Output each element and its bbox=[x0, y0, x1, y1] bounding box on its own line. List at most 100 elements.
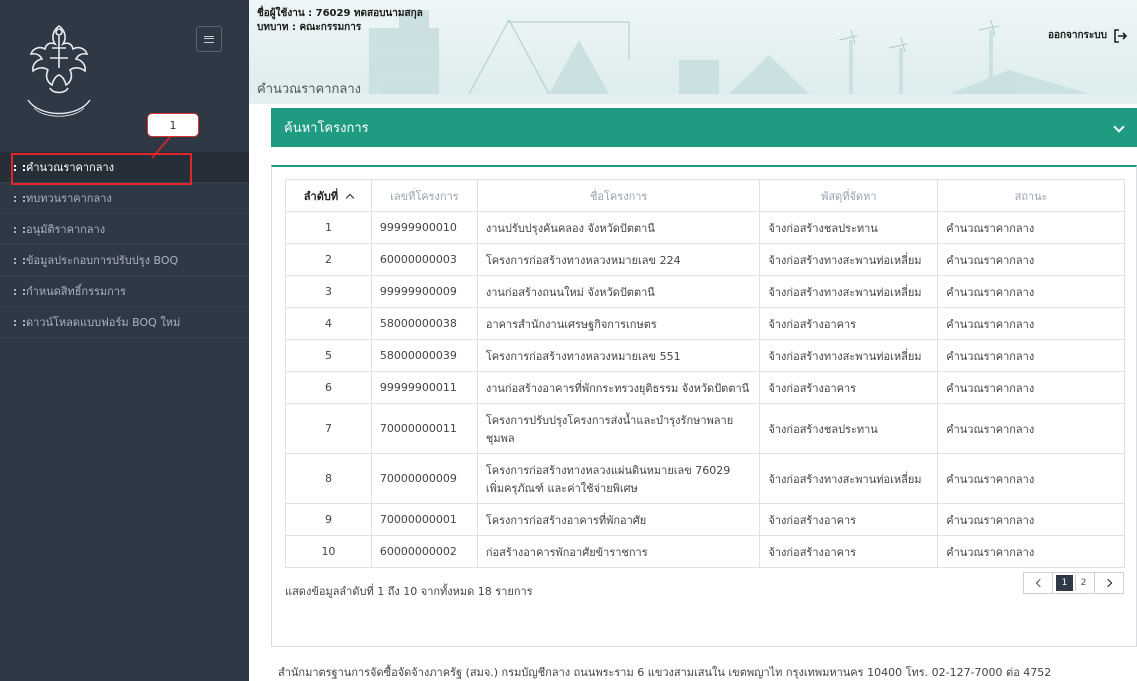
sidebar-item-review-price[interactable]: ทบทวนราคากลาง bbox=[0, 183, 249, 214]
comptroller-general-logo bbox=[27, 25, 91, 117]
cell-project-number: 99999900011 bbox=[370, 371, 478, 404]
cell-project-number: 70000000011 bbox=[370, 403, 478, 454]
grid-bullet-icon bbox=[14, 289, 25, 295]
cell-status: คำนวณราคากลาง bbox=[937, 307, 1125, 340]
cell-no: 7 bbox=[285, 403, 372, 454]
search-project-panel[interactable]: ค้นหาโครงการ bbox=[271, 108, 1137, 147]
table-row[interactable]: 4 58000000038 อาคารสำนักงานเศรษฐกิจการเก… bbox=[285, 307, 1125, 340]
cell-project-number: 60000000002 bbox=[370, 535, 478, 568]
cell-project-name: โครงการก่อสร้างทางหลวงหมายเลข 551 bbox=[476, 339, 761, 372]
pagination-summary: แสดงข้อมูลลำดับที่ 1 ถึง 10 จากทั้งหมด 1… bbox=[285, 585, 533, 598]
cell-status: คำนวณราคากลาง bbox=[937, 275, 1125, 308]
cell-procurement: จ้างก่อสร้างอาคาร bbox=[759, 535, 939, 568]
logout-label: ออกจากระบบ bbox=[1047, 30, 1107, 41]
grid-bullet-icon bbox=[14, 165, 25, 171]
sidebar-item-boq-info[interactable]: ข้อมูลประกอบการปรับปรุง BOQ bbox=[0, 245, 249, 276]
cell-status: คำนวณราคากลาง bbox=[937, 243, 1125, 276]
cell-project-name: โครงการก่อสร้างอาคารที่พักอาศัย bbox=[476, 503, 761, 536]
cell-no: 2 bbox=[285, 243, 372, 276]
cell-no: 8 bbox=[285, 453, 372, 504]
grid-bullet-icon bbox=[14, 320, 25, 326]
table-row[interactable]: 6 99999900011 งานก่อสร้างอาคารที่พักกระท… bbox=[285, 371, 1125, 404]
chevron-down-icon bbox=[1113, 121, 1125, 133]
search-panel-title: ค้นหาโครงการ bbox=[284, 121, 369, 136]
sort-ascending-icon bbox=[345, 193, 355, 202]
column-header-project-name[interactable]: ชื่อโครงการ bbox=[476, 179, 761, 212]
cell-project-name: โครงการก่อสร้างทางหลวงหมายเลข 224 bbox=[476, 243, 761, 276]
page-button-current[interactable]: 1 bbox=[1056, 575, 1073, 591]
sidebar-item-approve-price[interactable]: อนุมัติราคากลาง bbox=[0, 214, 249, 245]
header: ชื่อผู้ใช้งาน : 76029 ทดสอบนามสกุล บทบาท… bbox=[249, 0, 1137, 104]
cell-project-number: 58000000038 bbox=[370, 307, 478, 340]
sidebar-item-label: ข้อมูลประกอบการปรับปรุง BOQ bbox=[26, 254, 179, 267]
table-row[interactable]: 2 60000000003 โครงการก่อสร้างทางหลวงหมาย… bbox=[285, 243, 1125, 276]
hamburger-icon bbox=[204, 35, 214, 43]
table-row[interactable]: 8 70000000009 โครงการก่อสร้างทางหลวงแผ่น… bbox=[285, 453, 1125, 504]
page-button[interactable]: 2 bbox=[1075, 575, 1091, 591]
sidebar-item-label: ทบทวนราคากลาง bbox=[26, 192, 112, 205]
table-row[interactable]: 1 99999900010 งานปรับปรุงคันคลอง จังหวัด… bbox=[285, 211, 1125, 244]
cell-project-number: 58000000039 bbox=[370, 339, 478, 372]
role-info: บทบาท : คณะกรรมการ bbox=[257, 22, 362, 33]
cell-project-number: 99999900010 bbox=[370, 211, 478, 244]
column-header-label: ลำดับที่ bbox=[303, 189, 339, 203]
cell-status: คำนวณราคากลาง bbox=[937, 453, 1125, 504]
column-header-procurement[interactable]: พัสดุที่จัดหา bbox=[759, 179, 939, 212]
chevron-left-icon bbox=[1035, 578, 1044, 588]
grid-bullet-icon bbox=[14, 258, 25, 264]
next-page-button[interactable] bbox=[1094, 572, 1124, 594]
cell-procurement: จ้างก่อสร้างอาคาร bbox=[759, 307, 939, 340]
cell-project-name: งานก่อสร้างอาคารที่พักกระทรวงยุติธรรม จั… bbox=[476, 371, 761, 404]
sidebar-item-calculate-price[interactable]: คำนวณราคากลาง bbox=[0, 152, 249, 183]
prev-page-button[interactable] bbox=[1023, 572, 1053, 594]
cell-project-name: อาคารสำนักงานเศรษฐกิจการเกษตร bbox=[476, 307, 761, 340]
projects-table: ลำดับที่ เลขที่โครงการ ชื่อโครงการ พัสดุ… bbox=[285, 179, 1125, 568]
table-row[interactable]: 5 58000000039 โครงการก่อสร้างทางหลวงหมาย… bbox=[285, 339, 1125, 372]
table-row[interactable]: 3 99999900009 งานก่อสร้างถนนใหม่ จังหวัด… bbox=[285, 275, 1125, 308]
cell-procurement: จ้างก่อสร้างทางสะพานท่อเหลี่ยม bbox=[759, 275, 939, 308]
sidebar-item-label: คำนวณราคากลาง bbox=[26, 161, 115, 174]
cell-no: 3 bbox=[285, 275, 372, 308]
page-title: คำนวณราคากลาง bbox=[257, 82, 362, 97]
cell-project-number: 70000000009 bbox=[370, 453, 478, 504]
cell-no: 6 bbox=[285, 371, 372, 404]
projects-card: ลำดับที่ เลขที่โครงการ ชื่อโครงการ พัสดุ… bbox=[271, 165, 1137, 647]
table-row[interactable]: 7 70000000011 โครงการปรับปรุงโครงการส่งน… bbox=[285, 403, 1125, 454]
sidebar-item-label: กำหนดสิทธิ์กรรมการ bbox=[26, 285, 126, 298]
cell-project-number: 99999900009 bbox=[370, 275, 478, 308]
cell-project-name: ก่อสร้างอาคารพักอาศัยข้าราชการ bbox=[476, 535, 761, 568]
cell-status: คำนวณราคากลาง bbox=[937, 339, 1125, 372]
table-row[interactable]: 10 60000000002 ก่อสร้างอาคารพักอาศัยข้าร… bbox=[285, 535, 1125, 568]
cell-no: 5 bbox=[285, 339, 372, 372]
sidebar-item-download-boq[interactable]: ดาวน์โหลดแบบฟอร์ม BOQ ใหม่ bbox=[0, 307, 249, 338]
column-header-status[interactable]: สถานะ bbox=[937, 179, 1125, 212]
cell-procurement: จ้างก่อสร้างทางสะพานท่อเหลี่ยม bbox=[759, 453, 939, 504]
table-header-row: ลำดับที่ เลขที่โครงการ ชื่อโครงการ พัสดุ… bbox=[285, 179, 1125, 212]
cell-procurement: จ้างก่อสร้างชลประทาน bbox=[759, 403, 939, 454]
sidebar-item-committee-rights[interactable]: กำหนดสิทธิ์กรรมการ bbox=[0, 276, 249, 307]
cell-status: คำนวณราคากลาง bbox=[937, 503, 1125, 536]
logout-button[interactable]: ออกจากระบบ bbox=[1048, 28, 1127, 43]
cell-project-number: 70000000001 bbox=[370, 503, 478, 536]
grid-bullet-icon bbox=[14, 227, 25, 233]
cell-procurement: จ้างก่อสร้างอาคาร bbox=[759, 371, 939, 404]
footer-address: สำนักมาตรฐานการจัดซื้อจัดจ้างภาครัฐ (สมจ… bbox=[278, 666, 1052, 679]
sidebar-nav: คำนวณราคากลาง ทบทวนราคากลาง อนุมัติราคาก… bbox=[0, 152, 249, 338]
cell-status: คำนวณราคากลาง bbox=[937, 535, 1125, 568]
column-header-no[interactable]: ลำดับที่ bbox=[285, 179, 372, 212]
step-callout: 1 bbox=[147, 113, 199, 137]
cell-procurement: จ้างก่อสร้างอาคาร bbox=[759, 503, 939, 536]
table-row[interactable]: 9 70000000001 โครงการก่อสร้างอาคารที่พัก… bbox=[285, 503, 1125, 536]
menu-toggle-button[interactable] bbox=[196, 26, 222, 52]
cell-project-number: 60000000003 bbox=[370, 243, 478, 276]
chevron-right-icon bbox=[1103, 578, 1112, 588]
column-header-project-number[interactable]: เลขที่โครงการ bbox=[370, 179, 478, 212]
step-number: 1 bbox=[169, 118, 177, 132]
user-info: ชื่อผู้ใช้งาน : 76029 ทดสอบนามสกุล bbox=[257, 8, 423, 19]
cell-status: คำนวณราคากลาง bbox=[937, 403, 1125, 454]
sidebar-item-label: ดาวน์โหลดแบบฟอร์ม BOQ ใหม่ bbox=[26, 316, 181, 329]
cell-no: 1 bbox=[285, 211, 372, 244]
cell-status: คำนวณราคากลาง bbox=[937, 211, 1125, 244]
cell-project-name: โครงการปรับปรุงโครงการส่งน้ำและบำรุงรักษ… bbox=[476, 403, 761, 454]
logout-icon bbox=[1114, 28, 1127, 43]
